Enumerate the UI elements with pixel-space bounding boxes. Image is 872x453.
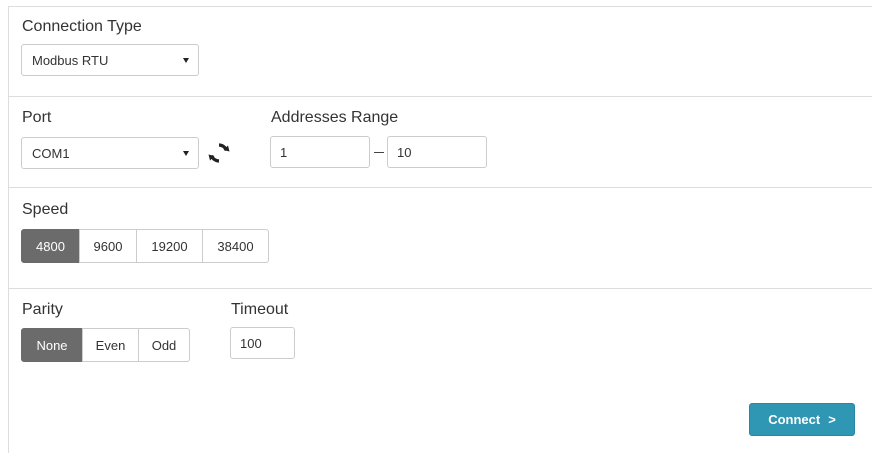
divider [9, 288, 872, 289]
speed-option-19200[interactable]: 19200 [136, 229, 203, 263]
speed-option-9600[interactable]: 9600 [79, 229, 137, 263]
connection-type-value: Modbus RTU [32, 52, 109, 68]
chevron-down-icon [183, 151, 189, 156]
address-to-input[interactable] [387, 136, 487, 168]
range-dash [374, 152, 384, 153]
speed-option-4800[interactable]: 4800 [21, 229, 80, 263]
connect-button[interactable]: Connect > [749, 403, 855, 436]
divider [9, 96, 872, 97]
parity-option-none[interactable]: None [21, 328, 83, 362]
chevron-right-icon: > [828, 412, 836, 427]
timeout-label: Timeout [231, 301, 289, 318]
port-label: Port [22, 109, 52, 126]
speed-label: Speed [22, 201, 69, 218]
connect-label: Connect [768, 412, 821, 427]
timeout-input[interactable] [230, 327, 295, 359]
port-value: COM1 [32, 145, 70, 161]
divider [9, 187, 872, 188]
address-from-input[interactable] [270, 136, 370, 168]
speed-button-group: 4800 9600 19200 38400 [21, 229, 269, 263]
refresh-icon[interactable] [206, 140, 232, 166]
connection-type-label: Connection Type [22, 18, 142, 35]
speed-option-38400[interactable]: 38400 [202, 229, 269, 263]
connection-settings-panel: Connection Type Modbus RTU Port COM1 Add… [8, 6, 872, 453]
port-select[interactable]: COM1 [21, 137, 199, 169]
parity-label: Parity [22, 301, 63, 318]
chevron-down-icon [183, 58, 189, 63]
parity-button-group: None Even Odd [21, 328, 190, 362]
parity-option-odd[interactable]: Odd [138, 328, 190, 362]
parity-option-even[interactable]: Even [82, 328, 139, 362]
connection-type-select[interactable]: Modbus RTU [21, 44, 199, 76]
addresses-range-label: Addresses Range [271, 109, 399, 126]
